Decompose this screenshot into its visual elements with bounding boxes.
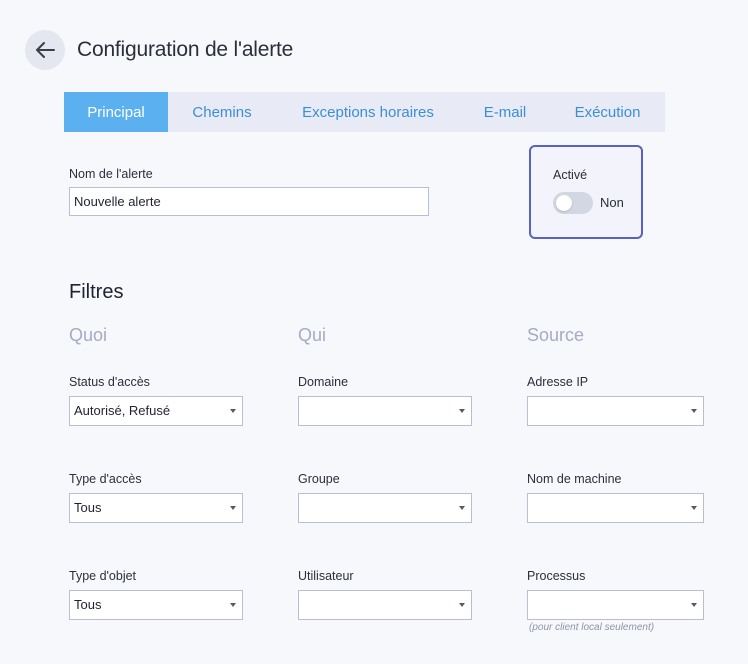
page-title: Configuration de l'alerte xyxy=(77,38,294,61)
domain-select[interactable] xyxy=(298,396,472,426)
access-status-select[interactable]: Autorisé, Refusé xyxy=(69,396,243,426)
caret-down-icon xyxy=(459,603,465,607)
activation-label: Activé xyxy=(553,168,588,182)
column-title-quoi: Quoi xyxy=(69,325,108,345)
ip-address-select[interactable] xyxy=(527,396,704,426)
process-label: Processus xyxy=(527,569,586,583)
tab-exceptions-horaires[interactable]: Exceptions horaires xyxy=(276,92,460,132)
machine-name-label: Nom de machine xyxy=(527,472,622,486)
process-select[interactable] xyxy=(527,590,704,620)
column-title-qui: Qui xyxy=(298,325,327,345)
caret-down-icon xyxy=(691,603,697,607)
tab-bar: Principal Chemins Exceptions horaires E-… xyxy=(64,92,665,132)
object-type-select[interactable]: Tous xyxy=(69,590,243,620)
access-type-select[interactable]: Tous xyxy=(69,493,243,523)
caret-down-icon xyxy=(459,409,465,413)
user-label: Utilisateur xyxy=(298,569,354,583)
caret-down-icon xyxy=(230,603,236,607)
group-select[interactable] xyxy=(298,493,472,523)
back-button[interactable] xyxy=(25,30,65,70)
toggle-knob xyxy=(556,195,572,211)
access-status-label: Status d'accès xyxy=(69,375,150,389)
column-title-source: Source xyxy=(527,325,585,345)
select-value: Tous xyxy=(74,597,102,612)
filters-title: Filtres xyxy=(69,281,124,303)
activation-panel: Activé Non xyxy=(529,145,643,239)
arrow-left-icon xyxy=(36,42,55,58)
alert-name-input[interactable] xyxy=(69,187,429,216)
object-type-label: Type d'objet xyxy=(69,569,137,583)
process-note: (pour client local seulement) xyxy=(529,622,655,633)
tab-e-mail[interactable]: E-mail xyxy=(460,92,550,132)
caret-down-icon xyxy=(691,409,697,413)
header: Configuration de l'alerte xyxy=(25,30,293,70)
ip-address-label: Adresse IP xyxy=(527,375,589,389)
activation-toggle[interactable] xyxy=(553,192,593,214)
tab-execution[interactable]: Exécution xyxy=(550,92,665,132)
tab-principal[interactable]: Principal xyxy=(64,92,168,132)
caret-down-icon xyxy=(230,409,236,413)
select-value: Autorisé, Refusé xyxy=(74,403,171,418)
caret-down-icon xyxy=(459,506,465,510)
access-type-label: Type d'accès xyxy=(69,472,142,486)
alert-name-label: Nom de l'alerte xyxy=(69,167,153,181)
domain-label: Domaine xyxy=(298,375,349,389)
tab-chemins[interactable]: Chemins xyxy=(168,92,276,132)
machine-name-select[interactable] xyxy=(527,493,704,523)
user-select[interactable] xyxy=(298,590,472,620)
activation-state-text: Non xyxy=(600,195,624,210)
caret-down-icon xyxy=(230,506,236,510)
group-label: Groupe xyxy=(298,472,340,486)
select-value: Tous xyxy=(74,500,102,515)
caret-down-icon xyxy=(691,506,697,510)
